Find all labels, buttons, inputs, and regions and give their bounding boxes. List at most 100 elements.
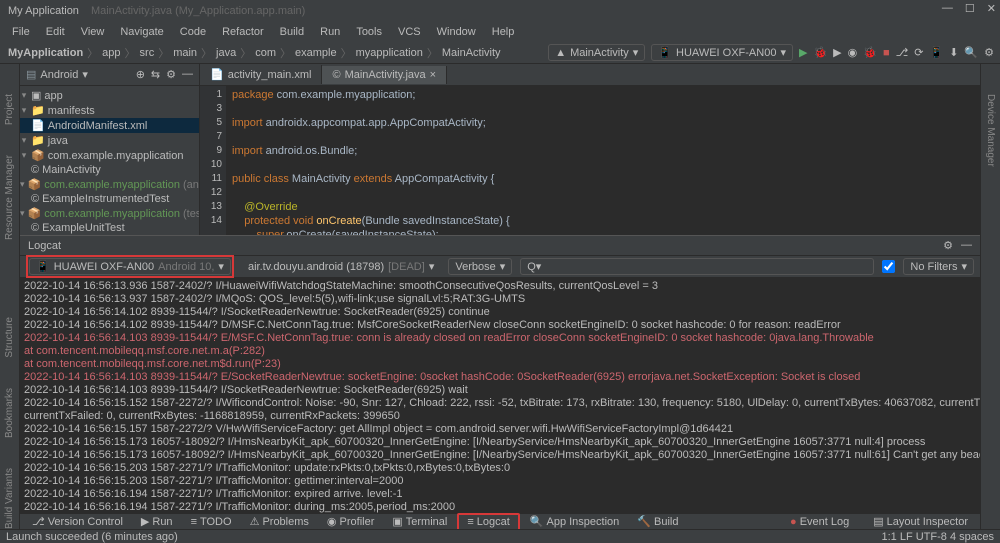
minimize-icon[interactable]: —	[942, 2, 953, 15]
project-view-label[interactable]: Android	[40, 69, 78, 81]
expand-icon[interactable]: ⇆	[151, 68, 160, 81]
crumb[interactable]: app	[100, 47, 122, 59]
tree-pkg-unittest[interactable]: ▾📦com.example.myapplication (test)	[20, 206, 199, 221]
tab-build-variants[interactable]: Build Variants	[4, 468, 15, 529]
process-select[interactable]: air.tv.douyu.android (18798) [DEAD] ▾	[242, 259, 440, 274]
package-icon: 📦	[28, 207, 42, 220]
chevron-down-icon: ▾	[429, 260, 435, 273]
menu-build[interactable]: Build	[274, 24, 310, 40]
menu-edit[interactable]: Edit	[40, 24, 71, 40]
status-bar: Launch succeeded (6 minutes ago) 1:1 LF …	[0, 529, 1000, 543]
editor-tab-java[interactable]: ©MainActivity.java ×	[322, 66, 447, 84]
tab-build[interactable]: 🔨Build	[629, 514, 686, 529]
tab-run[interactable]: ▶Run	[133, 514, 181, 529]
menu-view[interactable]: View	[75, 24, 111, 40]
folder-icon: 📁	[31, 104, 45, 117]
device-select[interactable]: 📱 HUAWEI OXF-AN00 Android 10, ▾	[29, 258, 231, 275]
maximize-icon[interactable]: ☐	[965, 2, 975, 15]
tree-pkg-test[interactable]: ▾📦com.example.myapplication (androidTest…	[20, 177, 199, 192]
menu-code[interactable]: Code	[174, 24, 212, 40]
tab-terminal[interactable]: ▣Terminal	[384, 514, 455, 529]
menu-navigate[interactable]: Navigate	[114, 24, 169, 40]
sync-icon[interactable]: ⟳	[914, 46, 923, 59]
phone-icon: 📱	[658, 46, 672, 59]
tab-layout-inspector[interactable]: ▤Layout Inspector	[865, 514, 976, 529]
tree-pkg[interactable]: ▾📦com.example.myapplication	[20, 148, 199, 163]
tab-bookmarks[interactable]: Bookmarks	[4, 388, 15, 438]
crumb[interactable]: example	[293, 47, 339, 59]
close-icon[interactable]: ✕	[987, 2, 996, 15]
tab-logcat[interactable]: ≡Logcat	[457, 513, 519, 531]
crumb[interactable]: java	[214, 47, 238, 59]
logcat-output[interactable]: 2022-10-14 16:56:13.936 1587-2402/? I/Hu…	[20, 278, 980, 513]
tree-example-unit[interactable]: ©ExampleUnitTest	[20, 221, 199, 235]
stop-icon[interactable]: ■	[883, 47, 890, 59]
tab-profiler[interactable]: ◉Profiler	[319, 514, 382, 529]
regex-checkbox[interactable]	[882, 260, 895, 273]
gear-icon[interactable]: ⚙	[166, 68, 176, 81]
tab-problems[interactable]: ⚠Problems	[242, 514, 317, 529]
target-icon[interactable]: ⊕	[136, 68, 145, 81]
run-config-dropdown[interactable]: ▲ MainActivity ▾	[548, 44, 645, 61]
chevron-down-icon: ▾	[633, 46, 639, 59]
menu-window[interactable]: Window	[431, 24, 482, 40]
menu-vcs[interactable]: VCS	[392, 24, 427, 40]
settings-icon[interactable]: ⚙	[984, 46, 994, 59]
debug-icon[interactable]: 🐞	[813, 46, 827, 59]
tab-resource-manager[interactable]: Resource Manager	[4, 155, 15, 240]
logcat-search[interactable]: Q▾	[520, 258, 874, 275]
tab-device-manager[interactable]: Device Manager	[985, 94, 996, 167]
sdk-icon[interactable]: ⬇	[949, 46, 958, 59]
chevron-down-icon[interactable]: ▾	[82, 68, 88, 81]
gear-icon[interactable]: ⚙	[943, 239, 953, 252]
close-tab-icon[interactable]: ×	[430, 69, 436, 81]
crumb[interactable]: MainActivity	[440, 47, 503, 59]
editor-tab-xml[interactable]: 📄activity_main.xml	[200, 65, 322, 84]
avd-icon[interactable]: 📱	[930, 46, 944, 59]
menu-tools[interactable]: Tools	[350, 24, 388, 40]
title-bar: My Application MainActivity.java (My_App…	[0, 0, 1000, 22]
tree-manifests[interactable]: ▾📁manifests	[20, 103, 199, 118]
crumb[interactable]: myapplication	[354, 47, 425, 59]
menu-refactor[interactable]: Refactor	[216, 24, 270, 40]
tab-app-inspection[interactable]: 🔍App Inspection	[522, 514, 627, 529]
filter-select[interactable]: No Filters ▾	[903, 258, 974, 275]
phone-icon: 📱	[36, 260, 50, 273]
package-icon: 📦	[31, 149, 45, 162]
menu-help[interactable]: Help	[486, 24, 521, 40]
coverage-icon[interactable]: ▶	[833, 46, 841, 59]
nav-bar: MyApplication〉 app〉 src〉 main〉 java〉 com…	[0, 42, 1000, 64]
tree-mainactivity[interactable]: ©MainActivity	[20, 163, 199, 177]
attach-debugger-icon[interactable]: 🐞	[863, 46, 877, 59]
title-detail: MainActivity.java (My_Application.app.ma…	[91, 5, 305, 17]
kotlin-icon: ©	[31, 222, 39, 234]
crumb[interactable]: src	[138, 47, 157, 59]
android-icon: ▤	[26, 68, 36, 81]
crumb[interactable]: MyApplication	[6, 47, 85, 59]
tree-app[interactable]: ▾▣app	[20, 88, 199, 103]
profile-icon[interactable]: ◉	[848, 46, 858, 59]
kotlin-icon: ©	[31, 164, 39, 176]
tree-java[interactable]: ▾📁java	[20, 133, 199, 148]
tab-vcs[interactable]: ⎇Version Control	[24, 514, 131, 529]
crumb[interactable]: com	[253, 47, 278, 59]
tab-structure[interactable]: Structure	[4, 317, 15, 358]
hide-icon[interactable]: —	[961, 239, 972, 252]
device-dropdown[interactable]: 📱 HUAWEI OXF-AN00 ▾	[651, 44, 793, 61]
status-msg: Launch succeeded (6 minutes ago)	[6, 531, 178, 543]
tab-project[interactable]: Project	[4, 94, 15, 125]
chevron-down-icon: ▾	[500, 260, 506, 273]
tree-manifest-file[interactable]: 📄AndroidManifest.xml	[20, 118, 199, 133]
tree-example-inst[interactable]: ©ExampleInstrumentedTest	[20, 192, 199, 206]
tab-event-log[interactable]: ●Event Log	[782, 514, 857, 529]
level-select[interactable]: Verbose ▾	[448, 258, 512, 275]
run-icon[interactable]: ▶	[799, 46, 807, 59]
search-icon[interactable]: 🔍	[964, 46, 978, 59]
menu-file[interactable]: File	[6, 24, 36, 40]
crumb[interactable]: main	[171, 47, 199, 59]
hide-icon[interactable]: —	[182, 68, 193, 81]
tab-todo[interactable]: ≡TODO	[183, 515, 240, 529]
vcs-icon[interactable]: ⎇	[896, 46, 909, 59]
chevron-down-icon: ▾	[961, 260, 967, 273]
menu-run[interactable]: Run	[314, 24, 346, 40]
